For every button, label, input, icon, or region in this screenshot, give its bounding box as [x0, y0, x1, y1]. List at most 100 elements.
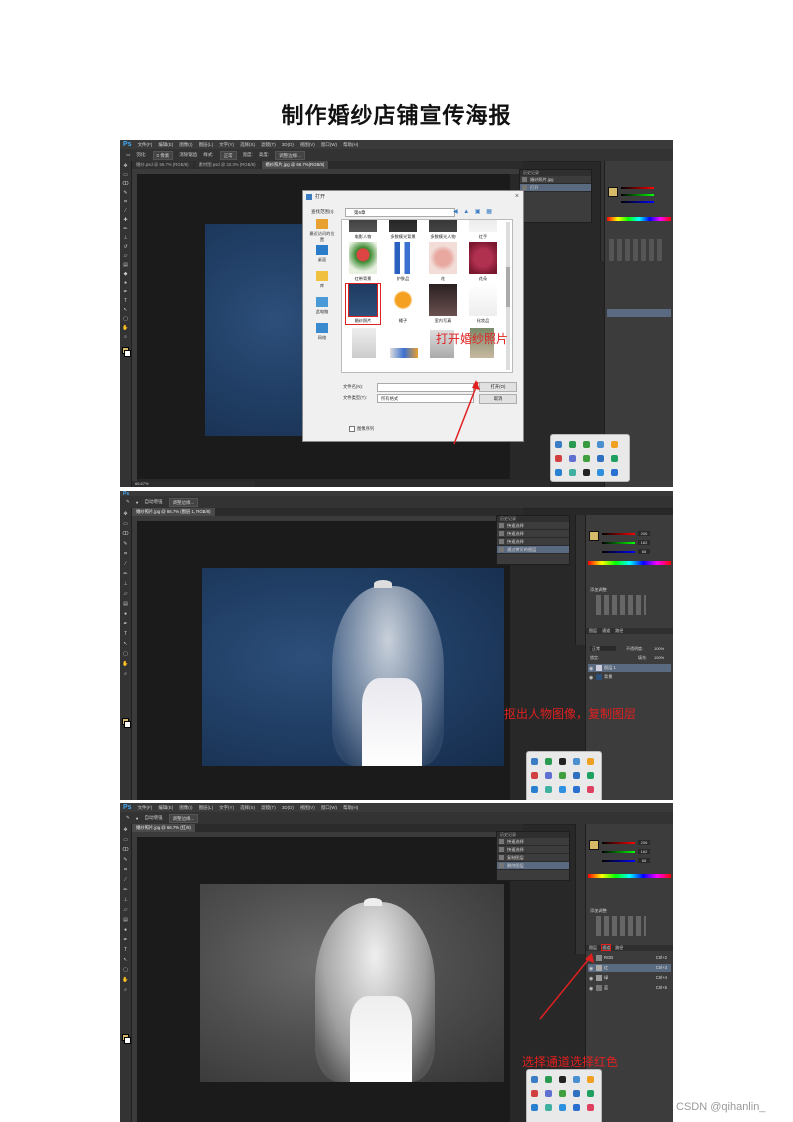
color-spectrum[interactable] [607, 217, 671, 221]
type-tool-icon[interactable]: T [122, 299, 129, 304]
tab-layers[interactable]: 图层 [589, 945, 597, 950]
eyedropper-tool-icon[interactable]: ⁄ [122, 878, 129, 883]
app-icon[interactable] [555, 469, 562, 476]
menu-file[interactable]: 文件(F) [138, 142, 153, 148]
menu-edit[interactable]: 编辑(E) [158, 805, 173, 811]
tab-channels[interactable]: 通道 [601, 944, 612, 951]
healing-tool-icon[interactable]: ✚ [122, 218, 129, 223]
antialias-checkbox[interactable]: 消除锯齿 [179, 152, 197, 158]
move-tool-icon[interactable]: ✥ [122, 164, 129, 169]
menu-view[interactable]: 视图(V) [300, 805, 315, 811]
path-select-tool-icon[interactable]: ↖ [122, 308, 129, 313]
history-brush-tool-icon[interactable]: ↺ [122, 245, 129, 250]
menu-type[interactable]: 文字(Y) [219, 805, 234, 811]
app-icon[interactable] [545, 758, 552, 765]
red-slider[interactable] [602, 842, 635, 844]
history-row[interactable]: 婚纱照片.jpg [520, 176, 591, 184]
pen-tool-icon[interactable]: ✒ [122, 290, 129, 295]
app-icon[interactable] [587, 772, 594, 779]
type-tool-icon[interactable]: T [122, 632, 129, 637]
refine-edge-button[interactable]: 调整边缘... [168, 813, 199, 823]
marquee-tool-icon[interactable]: ▭ [126, 152, 130, 158]
menu-image[interactable]: 图像(I) [179, 142, 192, 148]
history-row[interactable]: 快速选择 [497, 538, 569, 546]
menu-window[interactable]: 窗口(W) [321, 805, 337, 811]
folder-nav-icons[interactable]: ◀ ▲ ▣ ▦ [453, 208, 513, 216]
color-swatch-fg[interactable] [608, 187, 618, 197]
hand-tool-icon[interactable]: ✋ [122, 978, 129, 983]
style-select[interactable]: 正常 [219, 150, 237, 160]
file-item[interactable]: 红带背景 [346, 242, 380, 282]
app-icon[interactable] [583, 455, 590, 462]
red-slider[interactable] [602, 533, 635, 535]
app-icon[interactable] [569, 469, 576, 476]
blue-slider[interactable] [621, 201, 654, 203]
file-item-partial[interactable] [390, 348, 418, 358]
place-network[interactable]: 网络 [309, 323, 335, 341]
color-spectrum[interactable] [588, 561, 671, 565]
app-icon[interactable] [587, 1076, 594, 1083]
eyedropper-tool-icon[interactable]: ⁄ [122, 562, 129, 567]
tab-channels[interactable]: 通道 [602, 628, 610, 633]
file-item[interactable]: 多数模光背景 [386, 220, 420, 240]
blue-value[interactable]: 65 [638, 549, 650, 554]
history-row[interactable]: 快速选择 [497, 522, 569, 530]
stamp-tool-icon[interactable]: ⊥ [122, 582, 129, 587]
app-icon[interactable] [587, 758, 594, 765]
brush-tool-icon[interactable]: ✏ [122, 572, 129, 577]
app-icon[interactable] [559, 1090, 566, 1097]
auto-enhance-checkbox[interactable]: 自动增强 [145, 815, 163, 821]
menu-filter[interactable]: 滤镜(T) [261, 805, 276, 811]
app-icon[interactable] [531, 1076, 538, 1083]
background-color-swatch[interactable] [124, 350, 131, 357]
stamp-tool-icon[interactable]: ⊥ [122, 236, 129, 241]
crop-tool-icon[interactable]: ⌗ [122, 868, 129, 873]
file-grid-scrollbar[interactable] [506, 222, 510, 370]
tab-document-1[interactable]: 婚纱.psd @ 66.7% (RGB/8) [132, 161, 193, 169]
app-icon[interactable] [531, 1104, 538, 1111]
green-value[interactable]: 162 [638, 540, 650, 545]
file-item[interactable]: 室内写真 [426, 284, 460, 324]
app-icon[interactable] [531, 758, 538, 765]
crop-tool-icon[interactable]: ⌗ [122, 200, 129, 205]
shape-tool-icon[interactable]: ▢ [122, 652, 129, 657]
app-icon[interactable] [559, 772, 566, 779]
app-icon[interactable] [597, 455, 604, 462]
place-recent[interactable]: 最近访问的位置 [309, 219, 335, 243]
blend-mode-select[interactable]: 正常 [590, 646, 616, 651]
lasso-tool-icon[interactable]: ↀ [122, 182, 129, 187]
gradient-tool-icon[interactable]: ▤ [122, 918, 129, 923]
scrollbar-thumb[interactable] [506, 267, 510, 307]
menu-help[interactable]: 帮助(H) [343, 805, 358, 811]
red-value[interactable]: 206 [638, 531, 650, 536]
lasso-tool-icon[interactable]: ↀ [122, 532, 129, 537]
menu-edit[interactable]: 编辑(E) [158, 142, 173, 148]
brush-size-icon[interactable]: ● [136, 816, 139, 821]
quick-select-tool-icon[interactable]: ✎ [122, 542, 129, 547]
place-this-pc[interactable]: 此电脑 [309, 297, 335, 315]
color-swatch-fg[interactable] [589, 840, 599, 850]
lasso-tool-icon[interactable]: ↀ [122, 848, 129, 853]
fill-value[interactable]: 100% [654, 655, 664, 660]
app-icon[interactable] [587, 786, 594, 793]
eye-icon[interactable]: ◉ [589, 674, 593, 682]
refine-edge-button[interactable]: 调整边缘... [275, 150, 305, 160]
file-item[interactable]: 花 [426, 242, 460, 282]
app-icon[interactable] [569, 441, 576, 448]
green-slider[interactable] [602, 851, 635, 853]
canvas-area[interactable] [137, 837, 510, 1122]
eye-icon[interactable]: ◉ [589, 665, 593, 673]
dodge-tool-icon[interactable]: ● [122, 612, 129, 617]
history-row[interactable]: 删除图层 [497, 862, 569, 870]
opacity-value[interactable]: 100% [654, 646, 664, 651]
app-icon[interactable] [555, 455, 562, 462]
layer-background-row[interactable] [607, 309, 671, 317]
move-tool-icon[interactable]: ✥ [122, 828, 129, 833]
refine-edge-button[interactable]: 调整边缘... [168, 497, 199, 507]
tab-paths[interactable]: 路径 [615, 628, 623, 633]
app-icon[interactable] [573, 1076, 580, 1083]
layer-row[interactable]: ◉ 背景 [588, 673, 671, 681]
pen-tool-icon[interactable]: ✒ [122, 938, 129, 943]
history-row[interactable]: 快速选择 [497, 838, 569, 846]
app-icon[interactable] [611, 469, 618, 476]
